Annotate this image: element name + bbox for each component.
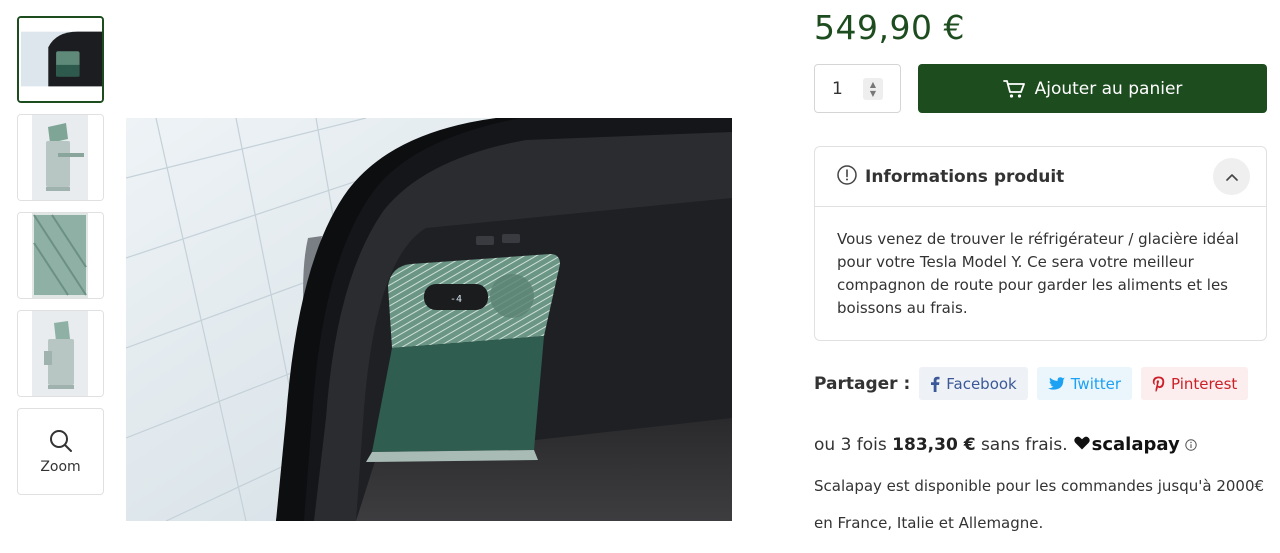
- thumbnail-image-fridge-side: [18, 311, 103, 396]
- share-bar: Partager : Facebook Twitter Pinterest: [814, 367, 1257, 400]
- scalapay-note: Scalapay est disponible pour les command…: [814, 477, 1265, 532]
- scalapay-prefix: ou 3 fois: [814, 434, 887, 455]
- zoom-button[interactable]: Zoom: [17, 408, 104, 495]
- quantity-value[interactable]: 1: [832, 79, 862, 99]
- product-price: 549,90 €: [814, 8, 965, 47]
- pinterest-icon: [1152, 376, 1165, 392]
- scalapay-offer: ou 3 fois 183,30 € sans frais. scalapay: [814, 434, 1197, 455]
- twitter-label: Twitter: [1070, 374, 1122, 393]
- share-twitter-button[interactable]: Twitter: [1036, 367, 1133, 400]
- chevron-up-icon: [1225, 173, 1238, 181]
- chevron-up-icon[interactable]: ▲: [870, 80, 876, 89]
- thumbnail-1[interactable]: [17, 16, 104, 103]
- info-small-icon[interactable]: [1184, 438, 1197, 451]
- share-facebook-button[interactable]: Facebook: [919, 367, 1028, 400]
- thumbnail-gallery: Zoom: [17, 16, 104, 495]
- product-description: Vous venez de trouver le réfrigérateur /…: [837, 230, 1239, 317]
- scalapay-amount: 183,30 €: [892, 434, 976, 455]
- heart-icon: [1073, 434, 1090, 455]
- product-info-header[interactable]: Informations produit: [815, 147, 1266, 207]
- info-circle-icon: [837, 164, 857, 189]
- quantity-spin-buttons[interactable]: ▲ ▼: [863, 78, 883, 100]
- add-to-cart-button[interactable]: Ajouter au panier: [918, 64, 1267, 113]
- main-product-image[interactable]: -4: [126, 118, 732, 521]
- pinterest-label: Pinterest: [1171, 374, 1238, 393]
- thumbnail-3[interactable]: [17, 212, 104, 299]
- cart-icon: [1002, 79, 1025, 99]
- facebook-label: Facebook: [946, 374, 1017, 393]
- thumbnail-2[interactable]: [17, 114, 104, 201]
- scalapay-logo: scalapay: [1073, 434, 1180, 455]
- zoom-label: Zoom: [40, 458, 81, 475]
- collapse-toggle-button[interactable]: [1213, 158, 1250, 195]
- product-info-title: Informations produit: [865, 166, 1065, 187]
- chevron-down-icon[interactable]: ▼: [870, 89, 876, 98]
- quantity-stepper[interactable]: 1 ▲ ▼: [814, 64, 901, 113]
- product-photo: -4: [126, 118, 732, 521]
- thumbnail-image-trunk: [19, 18, 102, 101]
- product-info-panel: Informations produit Vous venez de trouv…: [814, 146, 1267, 341]
- scalapay-suffix: sans frais.: [980, 434, 1068, 455]
- thumbnail-image-fridge-front: [18, 213, 103, 298]
- thumbnail-4[interactable]: [17, 310, 104, 397]
- fridge-display-text: -4: [450, 294, 462, 305]
- twitter-icon: [1047, 376, 1065, 391]
- add-to-cart-label: Ajouter au panier: [1034, 78, 1183, 99]
- thumbnail-image-fridge-open: [18, 115, 103, 200]
- facebook-icon: [930, 376, 940, 392]
- share-pinterest-button[interactable]: Pinterest: [1141, 367, 1249, 400]
- scalapay-brand-text: scalapay: [1091, 434, 1180, 455]
- magnifier-icon: [49, 429, 72, 452]
- share-label: Partager :: [814, 373, 911, 394]
